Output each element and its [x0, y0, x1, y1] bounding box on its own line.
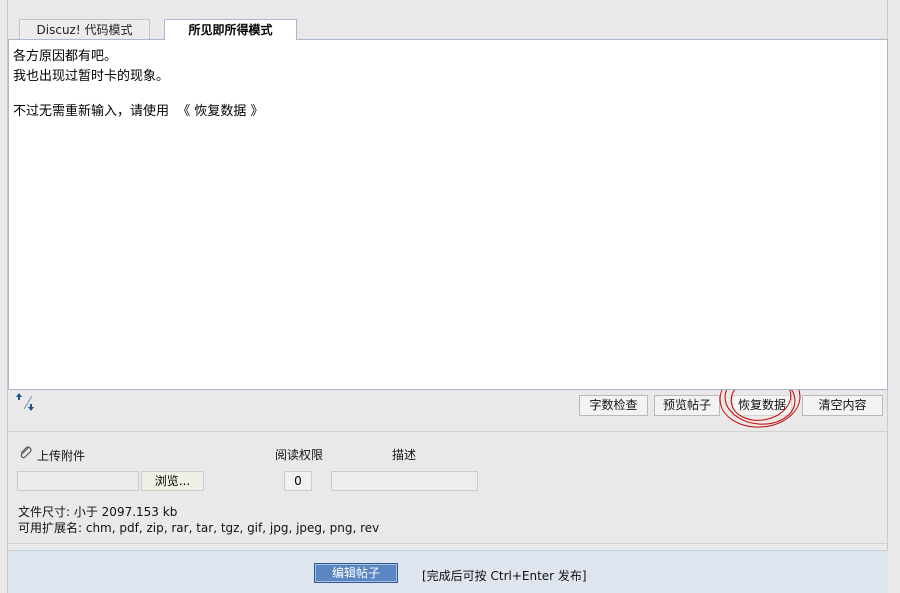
description-input[interactable]: [331, 471, 478, 491]
read-permission-input[interactable]: 0: [284, 471, 312, 491]
upload-attachment-label: 上传附件: [37, 449, 86, 463]
section-divider: [8, 543, 888, 544]
edit-post-button[interactable]: 编辑帖子: [314, 563, 398, 583]
description-label: 描述: [392, 448, 417, 462]
clear-content-button[interactable]: 清空内容: [802, 395, 883, 416]
editor-text-line: 不过无需重新输入，请使用 《 恢复数据 》: [13, 104, 264, 119]
paperclip-icon: [17, 445, 33, 461]
restore-data-button[interactable]: 恢复数据: [732, 395, 792, 416]
editor-text-line: 各方原因都有吧。: [13, 49, 118, 64]
word-count-button[interactable]: 字数检查: [579, 395, 648, 416]
allowed-extensions-info: 可用扩展名: chm, pdf, zip, rar, tar, tgz, gif…: [18, 521, 380, 535]
section-divider: [8, 431, 888, 432]
tab-wysiwyg-mode[interactable]: 所见即所得模式: [164, 19, 297, 40]
preview-post-button[interactable]: 预览帖子: [654, 395, 720, 416]
file-path-input[interactable]: [17, 471, 139, 491]
tab-code-mode[interactable]: Discuz! 代码模式: [19, 19, 150, 39]
file-size-info: 文件尺寸: 小于 2097.153 kb: [18, 505, 178, 519]
post-editor[interactable]: 各方原因都有吧。 我也出现过暂时卡的现象。 不过无需重新输入，请使用 《 恢复数…: [8, 39, 888, 390]
submit-hint: [完成后可按 Ctrl+Enter 发布]: [422, 569, 587, 583]
browse-button[interactable]: 浏览...: [141, 471, 204, 491]
read-permission-label: 阅读权限: [275, 448, 324, 462]
editor-text-line: 我也出现过暂时卡的现象。: [13, 69, 170, 84]
resize-arrows-icon[interactable]: [15, 393, 35, 413]
